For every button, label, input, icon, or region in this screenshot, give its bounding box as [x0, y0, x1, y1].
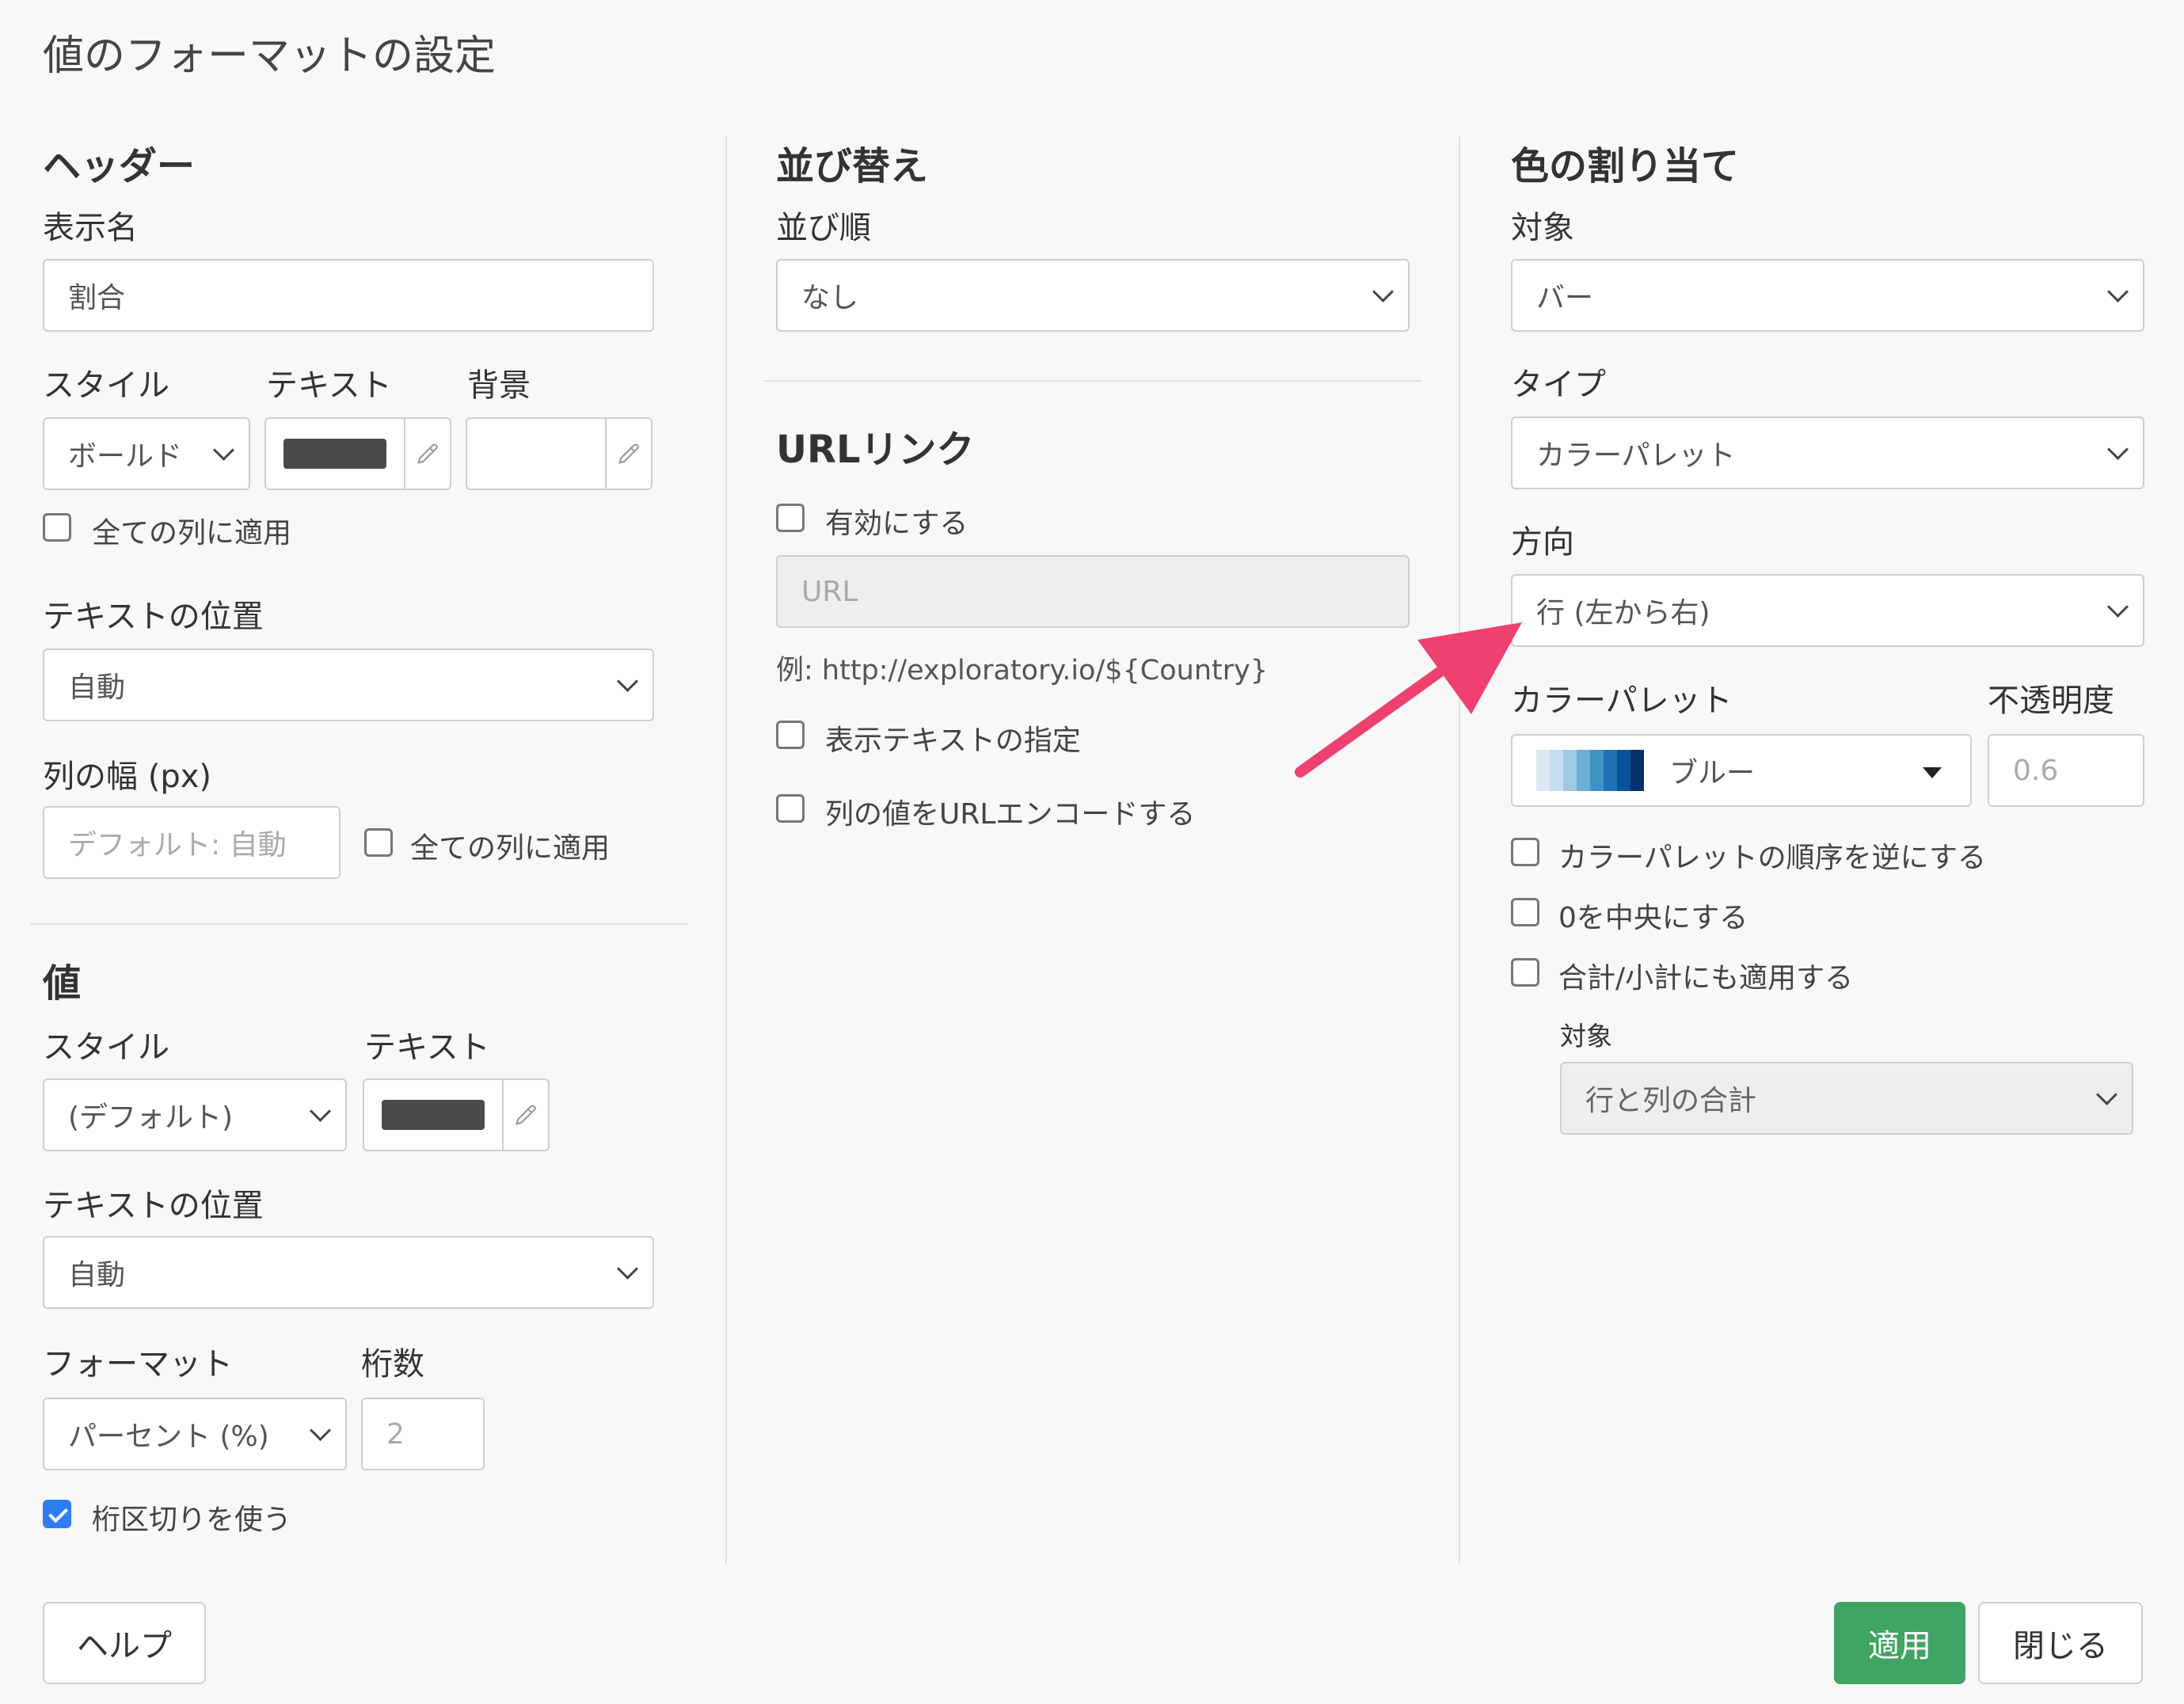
close-button[interactable]: 閉じる	[1978, 1602, 2143, 1684]
apply-button[interactable]: 適用	[1834, 1602, 1965, 1684]
help-button[interactable]: ヘルプ	[43, 1602, 206, 1684]
annotation-arrow	[1295, 622, 1522, 778]
